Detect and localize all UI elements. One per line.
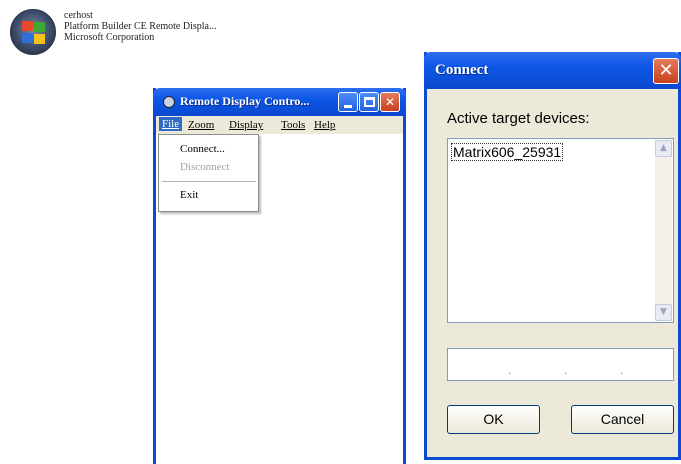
menu-item-connect[interactable]: Connect... <box>180 143 225 155</box>
scroll-down-button[interactable]: ▼ <box>655 304 672 321</box>
remote-display-icon <box>163 96 175 108</box>
menu-item-disconnect: Disconnect <box>180 161 230 173</box>
dialog-titlebar[interactable]: Connect ✕ <box>424 52 681 89</box>
menu-bar: File Zoom Display Tools Help <box>156 116 403 134</box>
close-button[interactable]: ✕ <box>380 92 400 112</box>
shortcut-description: Platform Builder CE Remote Displa... <box>64 21 217 32</box>
maximize-icon <box>364 97 375 107</box>
cancel-button[interactable]: Cancel <box>571 405 674 434</box>
menu-item-exit[interactable]: Exit <box>180 189 198 201</box>
scroll-up-button[interactable]: ▲ <box>655 140 672 157</box>
chevron-up-icon: ▲ <box>660 143 667 153</box>
list-item[interactable]: Matrix606_25931 <box>451 143 564 161</box>
shortcut-label: cerhost Platform Builder CE Remote Displ… <box>64 10 216 43</box>
dialog-title: Connect <box>435 62 489 78</box>
menu-separator <box>162 181 256 182</box>
connect-dialog: Connect ✕ Active target devices: Matrix6… <box>424 52 681 460</box>
ok-button[interactable]: OK <box>447 405 540 434</box>
menu-file[interactable]: File <box>159 117 183 131</box>
ip-separator: . <box>564 363 568 377</box>
window-title: Remote Display Contro... <box>180 94 310 108</box>
chevron-down-icon: ▼ <box>660 307 667 317</box>
shortcut-company: Microsoft Corporation <box>64 32 155 43</box>
maximize-button[interactable] <box>359 92 379 112</box>
cerhost-shortcut[interactable]: cerhost Platform Builder CE Remote Displ… <box>10 8 270 56</box>
close-icon: ✕ <box>384 95 396 109</box>
menu-display[interactable]: Display <box>229 119 263 131</box>
remote-display-window: Remote Display Contro... ✕ File Zoom Dis… <box>153 88 406 464</box>
devices-label: Active target devices: <box>447 110 590 127</box>
list-scrollbar[interactable]: ▲ ▼ <box>655 140 672 321</box>
close-icon: ✕ <box>658 60 674 81</box>
file-menu-dropdown: Connect... Disconnect Exit <box>158 134 259 212</box>
ip-separator: . <box>620 363 624 377</box>
window-titlebar[interactable]: Remote Display Contro... ✕ <box>153 88 406 116</box>
ip-address-field[interactable]: . . . <box>447 348 674 381</box>
minimize-button[interactable] <box>338 92 358 112</box>
menu-help[interactable]: Help <box>314 119 335 131</box>
dialog-close-button[interactable]: ✕ <box>653 58 679 84</box>
minimize-icon <box>344 105 352 108</box>
menu-tools[interactable]: Tools <box>281 119 305 131</box>
ip-separator: . <box>508 363 512 377</box>
menu-zoom[interactable]: Zoom <box>188 119 214 131</box>
shortcut-name: cerhost <box>64 10 93 21</box>
windows-ce-icon[interactable] <box>10 9 56 55</box>
device-list[interactable]: Matrix606_25931 ▲ ▼ <box>447 138 674 323</box>
